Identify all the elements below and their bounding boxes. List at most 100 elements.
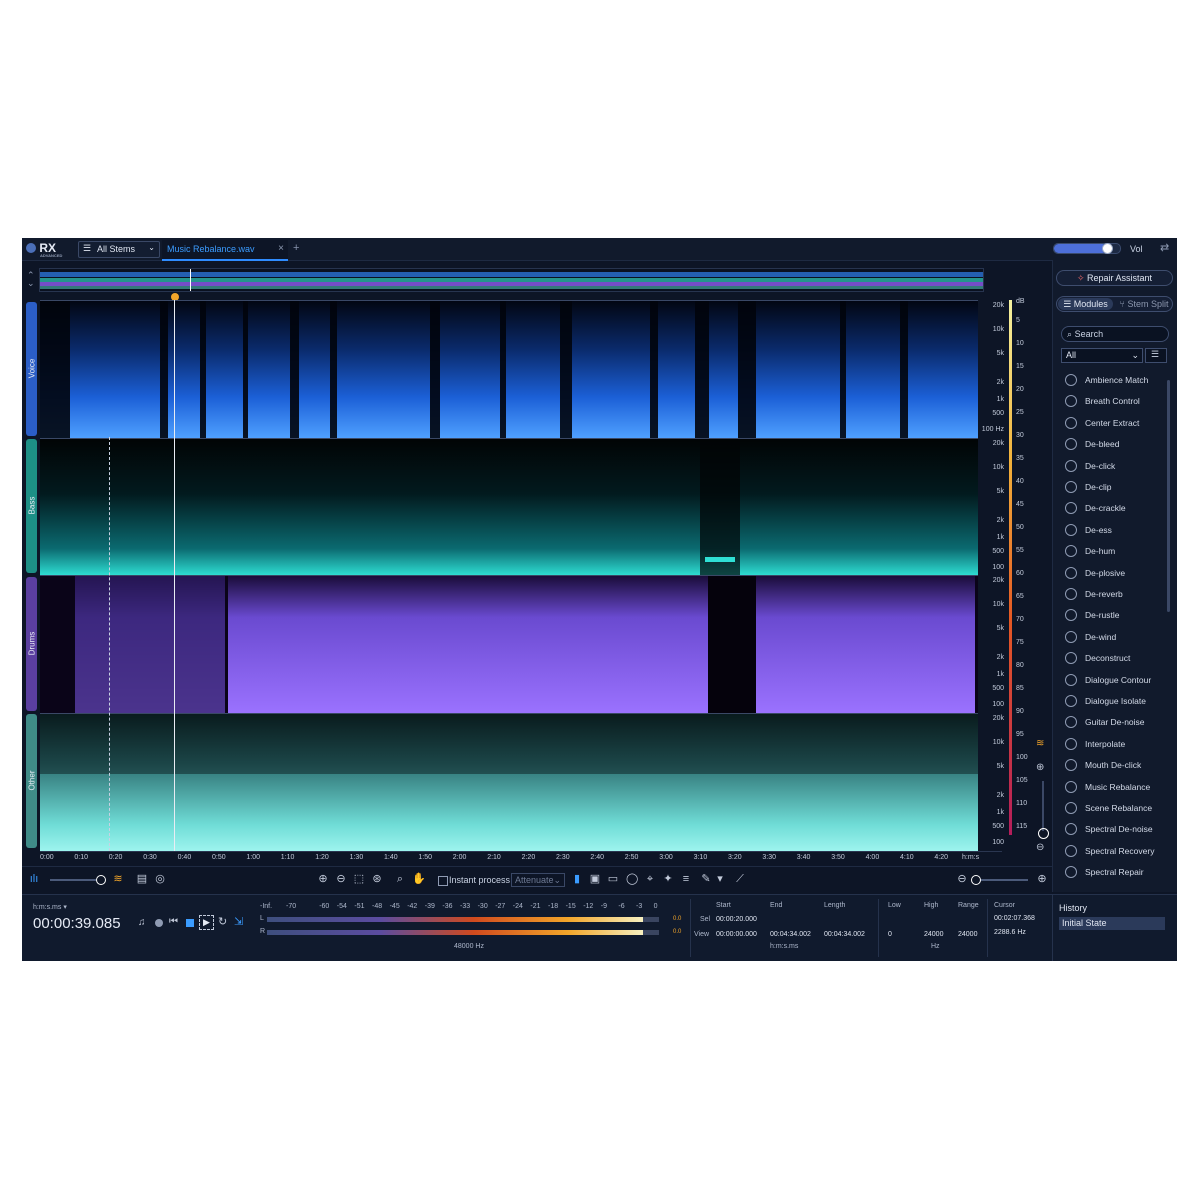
magic-wand-icon[interactable]: ⌖ [644,873,656,885]
magnifier-icon[interactable]: ⌕ [394,873,406,885]
list-view-button[interactable]: ☰ [1145,348,1167,363]
freq-select-icon[interactable]: ▭ [607,873,619,885]
module-item[interactable]: Spectral De-noise [1061,819,1167,839]
zoom-out-horizontal-icon[interactable]: ⊖ [956,873,968,885]
instant-process-checkbox[interactable] [438,876,448,886]
waveform-blend-icon[interactable]: ≋ [1036,738,1044,749]
lane-bass[interactable]: Bass [26,439,37,573]
module-item[interactable]: Breath Control [1061,391,1167,411]
module-item[interactable]: Dialogue Contour [1061,670,1167,690]
module-item[interactable]: Spectral Repair [1061,862,1167,882]
module-item[interactable]: De-bleed [1061,434,1167,454]
hand-icon[interactable]: ✋ [412,873,426,885]
overview-toggle-icon[interactable]: ⌃ ⌄ [27,271,35,288]
skip-back-icon[interactable]: ⏮ [169,916,178,927]
pencil-curve-icon[interactable]: ⟋ [734,873,746,885]
module-item[interactable]: Music Rebalance [1061,777,1167,797]
spectrogram-blend-knob[interactable] [96,875,106,885]
spectrogram-bass[interactable] [40,438,978,576]
play-selection-icon[interactable]: ▶ [199,915,214,930]
module-item[interactable]: De-reverb [1061,584,1167,604]
module-item[interactable]: Interpolate [1061,734,1167,754]
zoom-out-icon[interactable]: ⊖ [335,873,347,885]
high-field[interactable]: 24000 [924,931,943,938]
overview-waveform[interactable] [39,268,984,292]
zoom-in-icon[interactable]: ⊕ [317,873,329,885]
waveform-icon[interactable]: ılı [28,873,40,885]
time-select-icon[interactable]: ▮ [571,873,583,885]
module-item[interactable]: Dialogue Isolate [1061,691,1167,711]
loop-playback-icon[interactable]: ↻ [218,915,227,928]
cursor-time: 00:02:07.368 [994,915,1035,922]
module-item[interactable]: De-click [1061,456,1167,476]
lane-other[interactable]: Other [26,714,37,848]
stems-dropdown[interactable]: ☰ All Stems ⌄ [78,241,160,258]
zoom-fit-icon[interactable]: ⊛ [371,873,383,885]
module-item[interactable]: De-plosive [1061,563,1167,583]
lane-voice[interactable]: Voice [26,302,37,436]
sel-start-field[interactable]: 00:00:20.000 [716,916,757,923]
module-item[interactable]: De-rustle [1061,605,1167,625]
lane-drums[interactable]: Drums [26,577,37,711]
module-item[interactable]: De-wind [1061,627,1167,647]
vertical-zoom-slider[interactable] [1042,781,1044,831]
lasso-icon[interactable]: ◯ [626,873,638,885]
spectrogram-other[interactable] [40,713,978,852]
module-item[interactable]: Mouth De-click [1061,755,1167,775]
zoom-out-vertical-icon[interactable]: ⊖ [1036,842,1044,853]
module-item[interactable]: Scene Rebalance [1061,798,1167,818]
time-format-dropdown[interactable]: h:m:s.ms ▾ [33,903,67,911]
module-item[interactable]: De-hum [1061,541,1167,561]
time-label: 0:30 [143,854,157,861]
module-item[interactable]: De-clip [1061,477,1167,497]
new-tab-button[interactable]: + [293,242,299,254]
zoom-in-vertical-icon[interactable]: ⊕ [1036,762,1044,773]
view-end-field[interactable]: 00:04:34.002 [770,931,811,938]
module-list-scrollbar[interactable] [1167,380,1170,612]
module-label: Guitar De-noise [1085,717,1145,728]
loop-icon[interactable]: ⇄ [1160,241,1169,254]
horizontal-zoom-knob[interactable] [971,875,981,885]
rect-select-icon[interactable]: ▣ [589,873,601,885]
stop-icon[interactable] [186,919,194,927]
module-label: De-bleed [1085,439,1120,450]
comment-icon[interactable]: ◎ [154,873,166,885]
view-length-field[interactable]: 00:04:34.002 [824,931,865,938]
close-icon[interactable]: × [278,243,284,254]
spectrogram-voice[interactable] [40,300,978,438]
tab-music-rebalance[interactable]: Music Rebalance.wav × [162,240,288,261]
module-search-input[interactable]: ⌕ Search [1061,326,1169,342]
repair-assistant-button[interactable]: ✧ Repair Assistant [1056,270,1173,286]
zoom-selection-icon[interactable]: ⬚ [353,873,365,885]
module-item[interactable]: De-ess [1061,520,1167,540]
find-similar-icon[interactable]: ✦ [662,873,674,885]
view-start-field[interactable]: 00:00:00.000 [716,931,757,938]
spectrogram-blend-slider[interactable] [50,879,100,881]
module-item[interactable]: Guitar De-noise [1061,712,1167,732]
tab-stem-split[interactable]: ⑂ Stem Split [1117,298,1171,310]
module-item[interactable]: Center Extract [1061,413,1167,433]
spectrogram-drums[interactable] [40,575,978,714]
module-item[interactable]: De-crackle [1061,498,1167,518]
attenuate-dropdown[interactable]: Attenuate ⌄ [511,873,565,887]
brush-icon[interactable]: ✎ [700,873,712,885]
notes-icon[interactable]: ▤ [136,873,148,885]
brush-dropdown-icon[interactable]: ▾ [714,873,726,885]
module-item[interactable]: Ambience Match [1061,370,1167,390]
zoom-in-horizontal-icon[interactable]: ⊕ [1036,873,1048,885]
range-field[interactable]: 24000 [958,931,977,938]
module-filter-dropdown[interactable]: All ⌄ [1061,348,1143,363]
record-icon[interactable] [155,919,163,927]
volume-knob[interactable] [1101,243,1113,254]
volume-slider[interactable] [1053,243,1121,254]
follow-playhead-icon[interactable]: ⇲ [234,915,243,928]
harmonic-select-icon[interactable]: ≡ [680,873,692,885]
vertical-zoom-knob[interactable] [1038,828,1049,839]
module-item[interactable]: Spectral Recovery [1061,841,1167,861]
tab-modules[interactable]: ☰ Modules [1058,298,1113,310]
low-field[interactable]: 0 [888,931,892,938]
spectrogram-icon[interactable]: ≋ [112,873,124,885]
module-item[interactable]: Deconstruct [1061,648,1167,668]
history-item-initial-state[interactable]: Initial State [1059,917,1165,930]
headphones-icon[interactable]: ♫ [138,917,146,928]
